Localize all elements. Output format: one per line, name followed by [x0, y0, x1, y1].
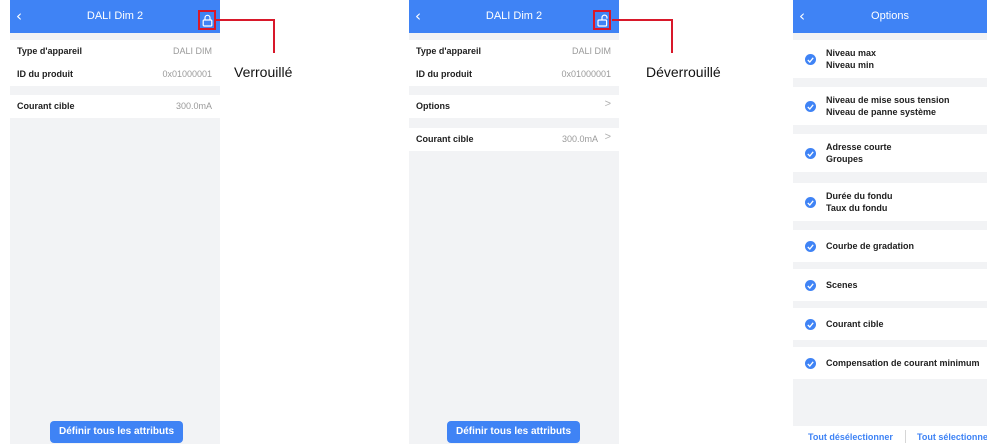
- row-device-type: Type d'appareil DALI DIM: [10, 40, 220, 63]
- row-value: DALI DIM: [172, 46, 212, 56]
- row-label: ID du produit: [17, 69, 73, 79]
- option-label: Courbe de gradation: [826, 241, 915, 251]
- check-circle-icon: [805, 358, 816, 369]
- chevron-left-icon[interactable]: ‹: [799, 7, 815, 25]
- option-label: Compensation de courant minimum: [826, 358, 980, 368]
- option-sublabel: Niveau min: [826, 60, 875, 70]
- callout-connector: [216, 19, 274, 21]
- row-label: Courant cible: [416, 134, 474, 144]
- row-label: Courant cible: [17, 101, 75, 111]
- row-product-id: ID du produit 0x01000001: [10, 63, 220, 86]
- row-target-current[interactable]: Courant cible 300.0mA >: [409, 128, 619, 151]
- selection-footer: Tout désélectionner Tout sélectionne: [793, 426, 987, 444]
- page-title: Options: [871, 10, 909, 22]
- nav-bar: ‹ DALI Dim 2: [409, 0, 619, 33]
- callout-locked-label: Verrouillé: [234, 64, 293, 80]
- option-item[interactable]: Courant cible: [793, 308, 987, 340]
- lock-closed-icon: [202, 14, 213, 27]
- option-label: Niveau max: [826, 48, 877, 58]
- option-sublabel: Groupes: [826, 154, 864, 164]
- check-circle-icon: [805, 280, 816, 291]
- screen-locked: ‹ DALI Dim 2 Type d'appareil DALI DIM ID…: [10, 0, 220, 444]
- option-label: Scenes: [826, 280, 858, 290]
- option-item[interactable]: Niveau de mise sous tension Niveau de pa…: [793, 87, 987, 125]
- option-label: Adresse courte: [826, 142, 892, 152]
- nav-bar: ‹ DALI Dim 2: [10, 0, 220, 33]
- option-item[interactable]: Durée du fondu Taux du fondu: [793, 183, 987, 221]
- check-circle-icon: [805, 241, 816, 252]
- option-label: Durée du fondu: [826, 191, 893, 201]
- option-item[interactable]: Courbe de gradation: [793, 230, 987, 262]
- row-label: Options: [416, 101, 450, 111]
- lock-toggle-button[interactable]: [198, 10, 216, 30]
- check-circle-icon: [805, 197, 816, 208]
- option-label: Niveau de mise sous tension: [826, 95, 950, 105]
- row-product-id: ID du produit 0x01000001: [409, 63, 619, 86]
- option-sublabel: Taux du fondu: [826, 203, 888, 213]
- page-title: DALI Dim 2: [485, 10, 543, 22]
- check-circle-icon: [805, 54, 816, 65]
- screen-unlocked: ‹ DALI Dim 2 Type d'appareil DALI DIM ID…: [409, 0, 619, 444]
- option-item[interactable]: Adresse courte Groupes: [793, 134, 987, 172]
- chevron-left-icon[interactable]: ‹: [16, 7, 32, 25]
- row-label: Type d'appareil: [17, 46, 82, 56]
- select-all-button[interactable]: Tout sélectionne: [917, 432, 987, 442]
- check-circle-icon: [805, 319, 816, 330]
- screen-options: ‹ Options Niveau max Niveau min Niveau d…: [793, 0, 987, 444]
- chevron-right-icon: >: [604, 98, 611, 110]
- stage: ‹ DALI Dim 2 Type d'appareil DALI DIM ID…: [0, 0, 987, 444]
- row-label: Type d'appareil: [416, 46, 481, 56]
- callout-connector: [273, 19, 275, 53]
- option-item[interactable]: Scenes: [793, 269, 987, 301]
- row-device-type: Type d'appareil DALI DIM: [409, 40, 619, 63]
- row-value: 300.0mA: [561, 134, 598, 144]
- page-title: DALI Dim 2: [86, 10, 144, 22]
- nav-bar: ‹ Options: [793, 0, 987, 33]
- lock-toggle-button[interactable]: [593, 10, 611, 30]
- row-options[interactable]: Options >: [409, 95, 619, 118]
- lock-open-icon: [597, 14, 608, 27]
- divider: [905, 430, 906, 443]
- set-all-attributes-button[interactable]: Définir tous les attributs: [447, 421, 580, 443]
- row-value: 0x01000001: [561, 69, 611, 79]
- row-value: 0x01000001: [162, 69, 212, 79]
- option-label: Courant cible: [826, 319, 884, 329]
- option-item[interactable]: Compensation de courant minimum: [793, 347, 987, 379]
- callout-connector: [671, 19, 673, 53]
- callout-unlocked-label: Déverrouillé: [646, 64, 721, 80]
- row-target-current: Courant cible 300.0mA: [10, 95, 220, 118]
- chevron-right-icon: >: [604, 131, 611, 143]
- chevron-left-icon[interactable]: ‹: [415, 7, 431, 25]
- option-item[interactable]: Niveau max Niveau min: [793, 40, 987, 78]
- callout-connector: [612, 19, 672, 21]
- deselect-all-button[interactable]: Tout désélectionner: [808, 432, 893, 442]
- row-value: DALI DIM: [571, 46, 611, 56]
- check-circle-icon: [805, 101, 816, 112]
- row-value: 300.0mA: [175, 101, 212, 111]
- check-circle-icon: [805, 148, 816, 159]
- option-sublabel: Niveau de panne système: [826, 107, 937, 117]
- set-all-attributes-button[interactable]: Définir tous les attributs: [50, 421, 183, 443]
- row-label: ID du produit: [416, 69, 472, 79]
